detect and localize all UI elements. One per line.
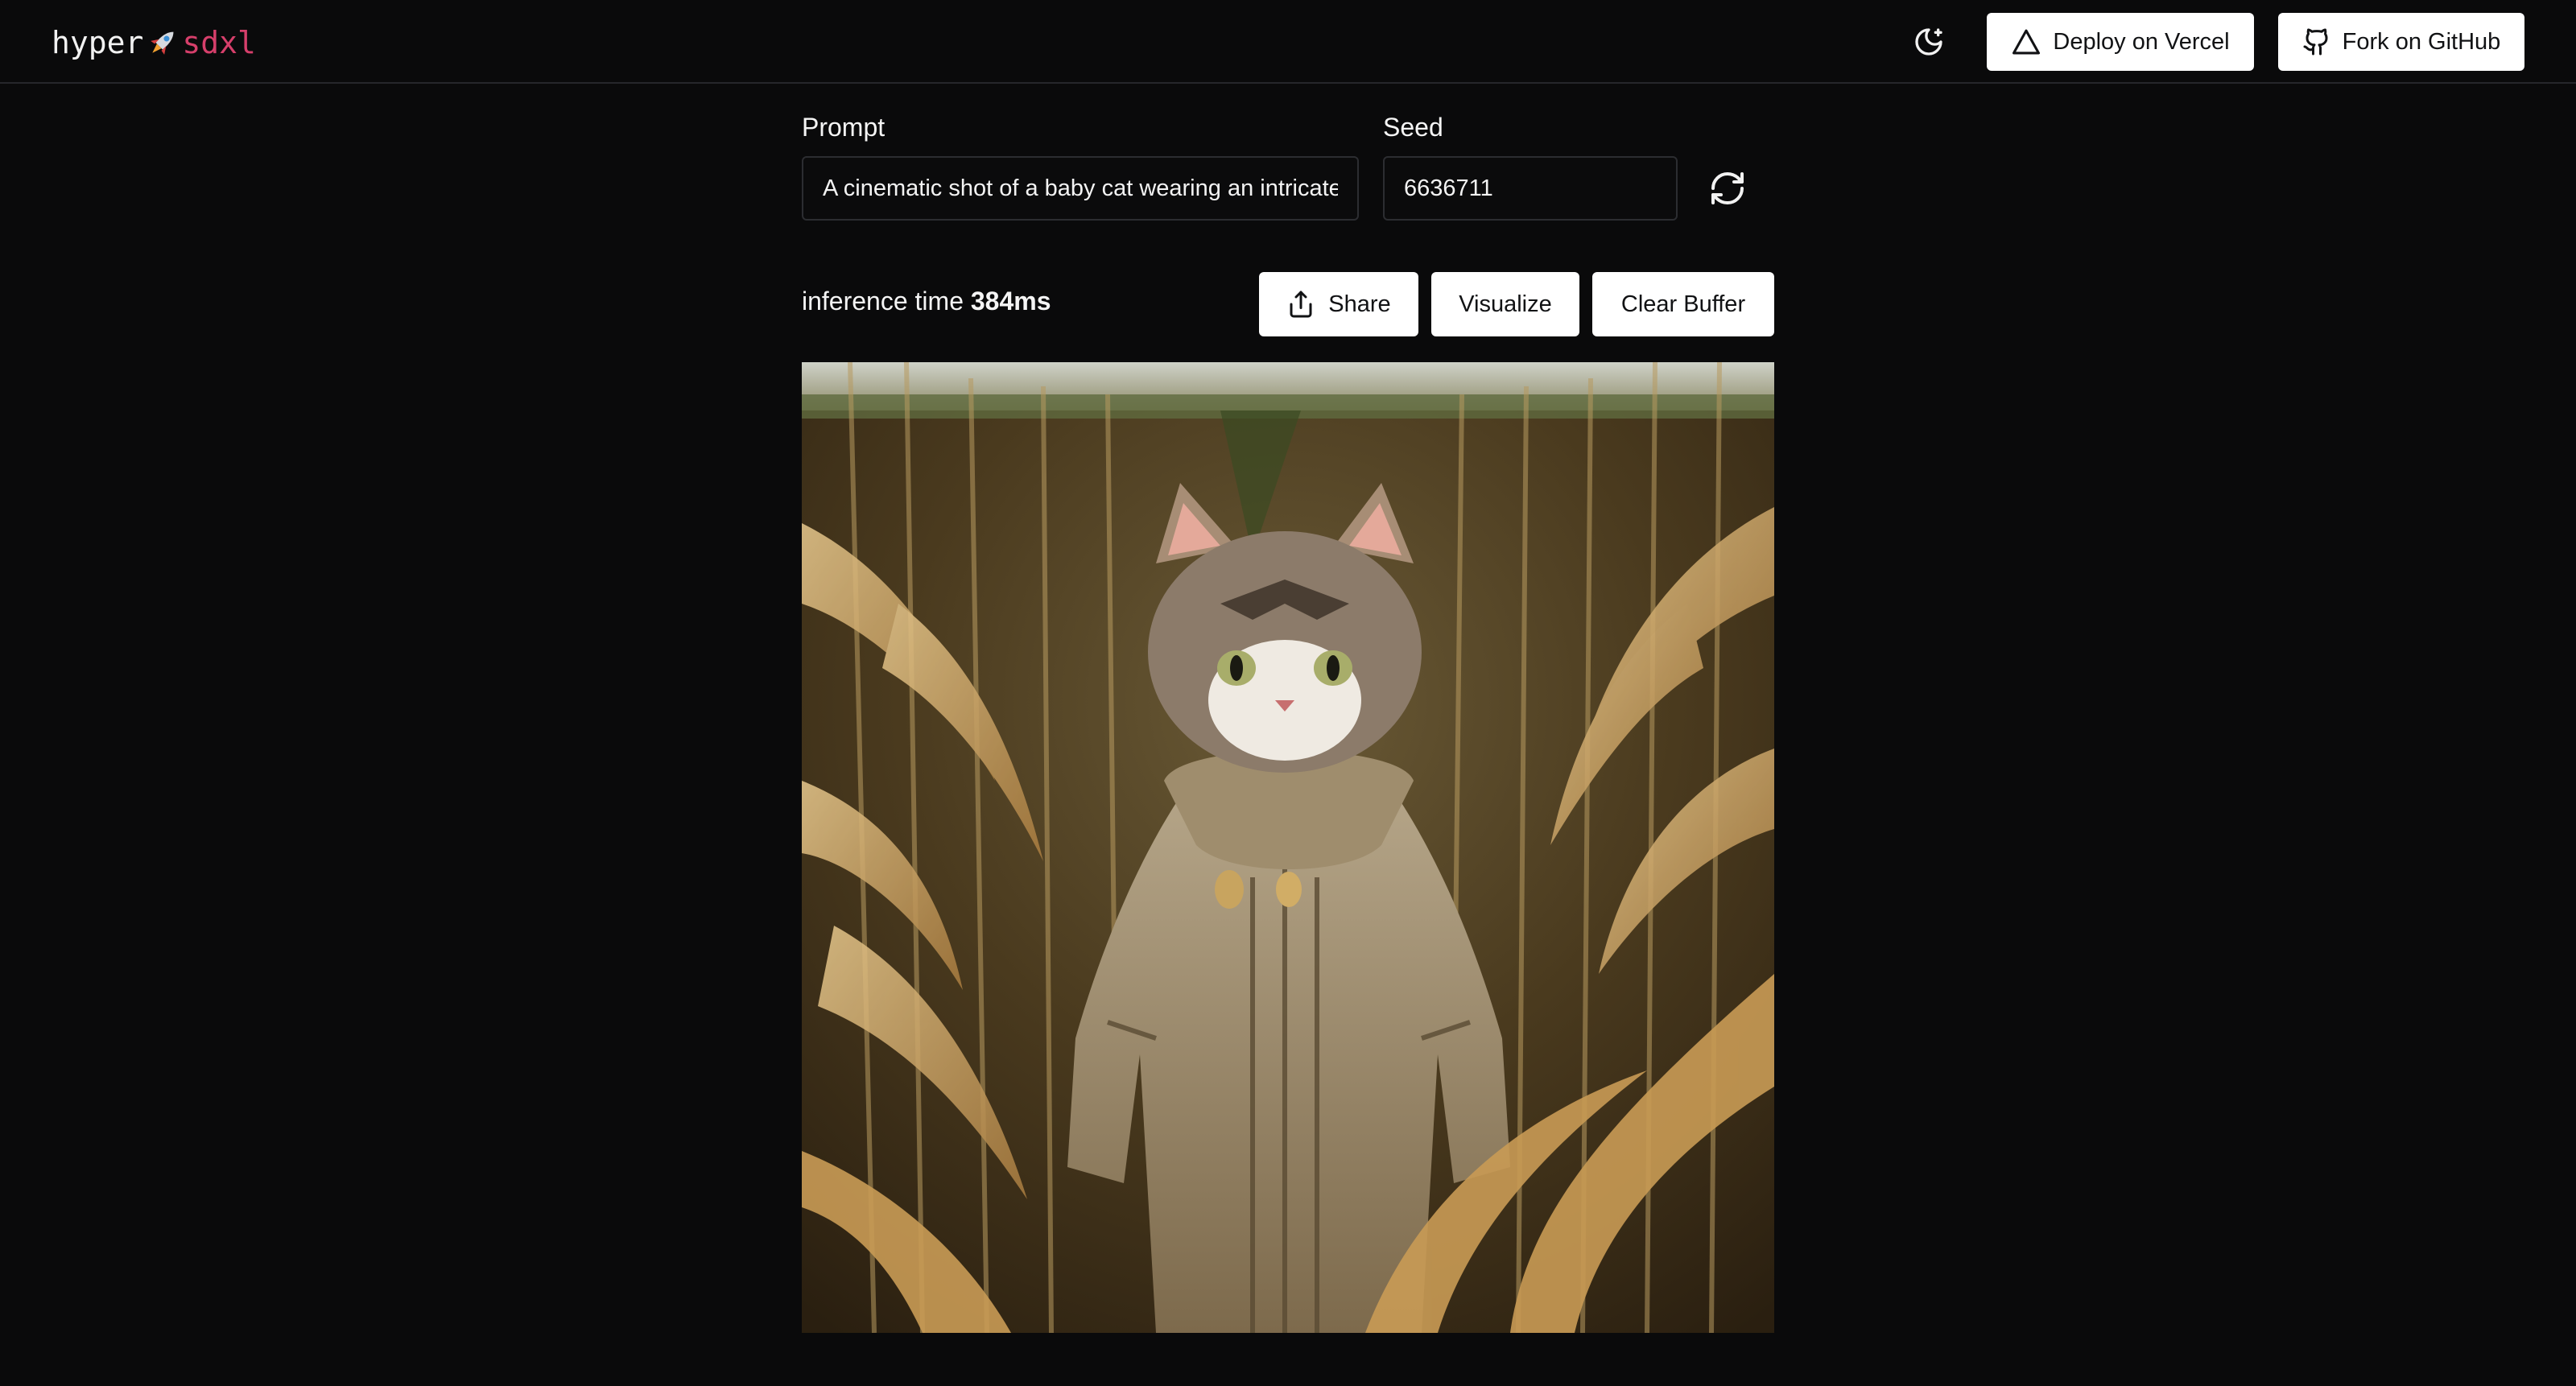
seed-label: Seed <box>1383 113 1443 142</box>
inference-label: inference time <box>802 287 964 316</box>
logo-text-sdxl: sdxl <box>182 25 256 60</box>
deploy-on-vercel-button[interactable]: Deploy on Vercel <box>1987 13 2254 71</box>
share-button[interactable]: Share <box>1259 272 1418 336</box>
prompt-input[interactable] <box>802 156 1359 221</box>
refresh-icon <box>1711 172 1744 204</box>
github-icon <box>2303 28 2328 56</box>
visualize-label: Visualize <box>1459 291 1552 317</box>
share-icon <box>1290 291 1312 318</box>
randomize-seed-button[interactable] <box>1703 164 1752 212</box>
top-bar: hyper sdxl Deploy on Vercel Fork on GitH… <box>0 0 2576 84</box>
logo-text-hyper: hyper <box>52 25 144 60</box>
seed-input[interactable] <box>1383 156 1678 221</box>
triangle-icon <box>2013 29 2041 55</box>
fork-on-github-button[interactable]: Fork on GitHub <box>2278 13 2524 71</box>
theme-toggle-button[interactable] <box>1906 21 1951 63</box>
moon-half-icon <box>1915 28 1942 56</box>
generated-image <box>802 362 1774 1333</box>
app-logo[interactable]: hyper sdxl <box>52 23 256 63</box>
clear-buffer-button[interactable]: Clear Buffer <box>1592 272 1774 336</box>
deploy-label: Deploy on Vercel <box>2053 28 2230 55</box>
clear-buffer-label: Clear Buffer <box>1620 291 1746 317</box>
inference-time: inference time 384ms <box>802 287 1051 316</box>
visualize-button[interactable]: Visualize <box>1431 272 1579 336</box>
prompt-label: Prompt <box>802 113 886 142</box>
share-label: Share <box>1328 291 1391 317</box>
inference-value: 384ms <box>970 287 1051 316</box>
rocket-icon <box>145 25 180 60</box>
fork-label: Fork on GitHub <box>2342 28 2501 55</box>
